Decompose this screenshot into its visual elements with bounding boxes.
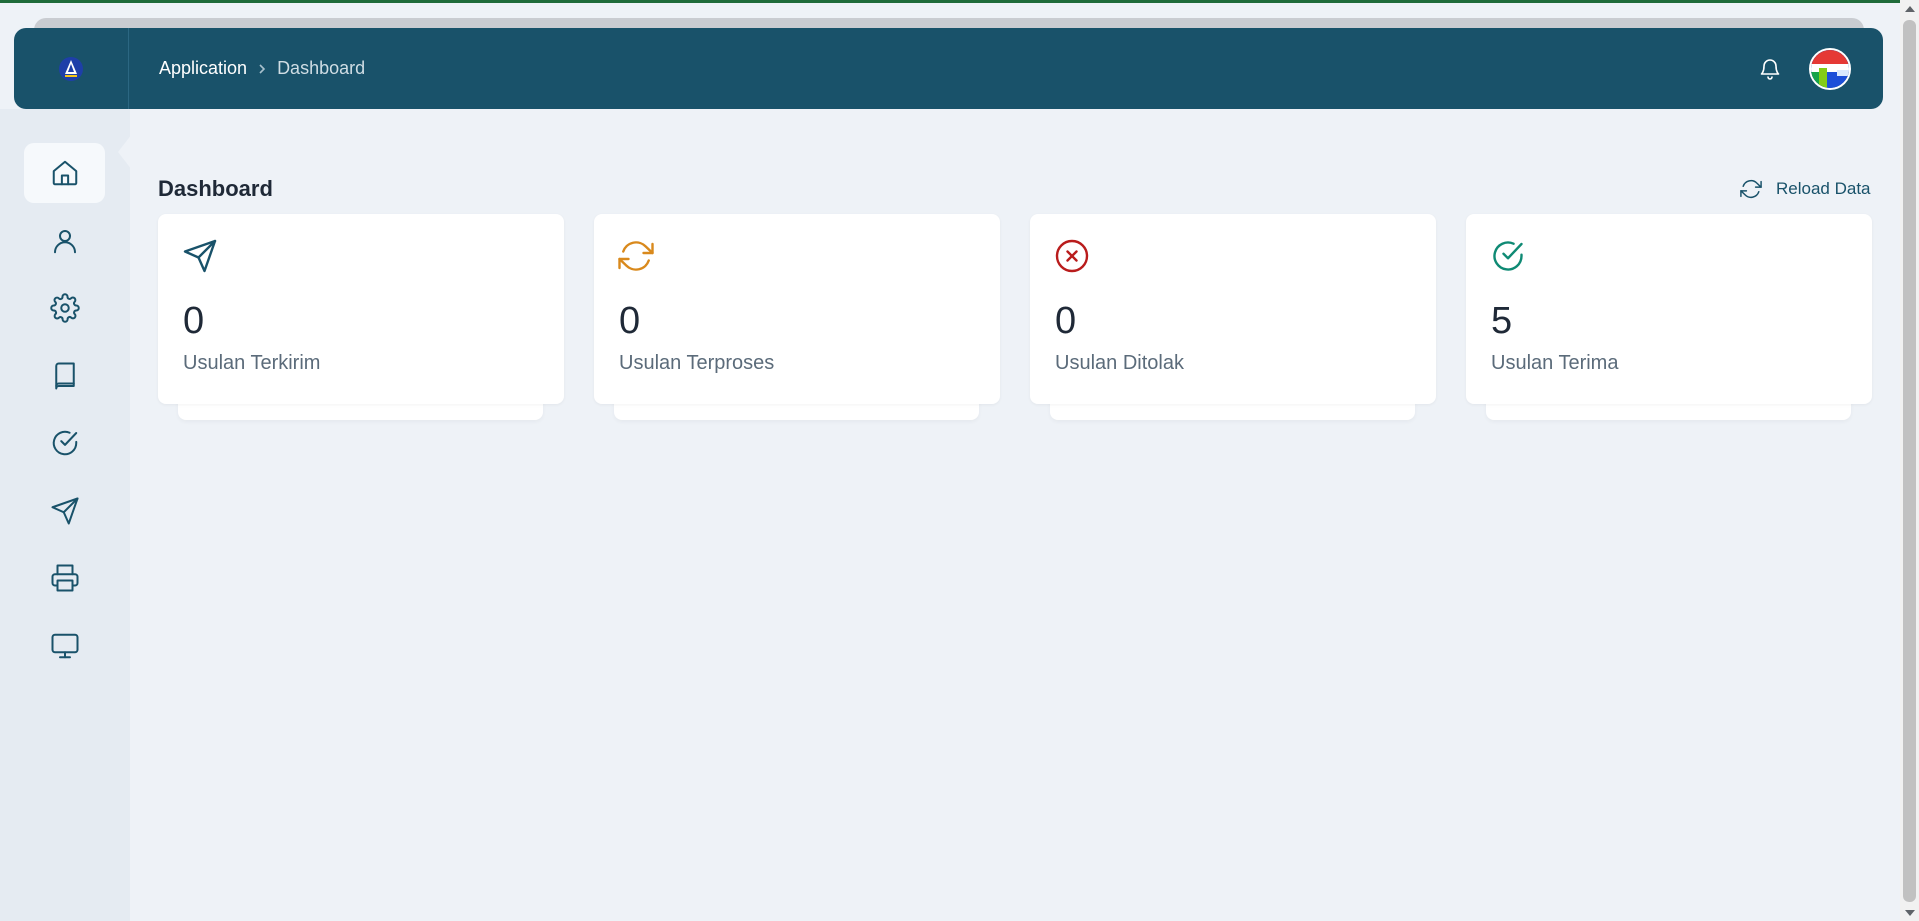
sidebar-item-user[interactable]: [24, 211, 105, 271]
refresh-icon: [618, 241, 654, 271]
sidebar-item-approval[interactable]: [24, 413, 105, 473]
app-logo-icon[interactable]: [58, 56, 84, 82]
scrollbar-thumb[interactable]: [1903, 20, 1916, 902]
gear-icon: [49, 293, 80, 323]
sidebar-item-settings[interactable]: [24, 278, 105, 338]
send-icon: [183, 239, 217, 273]
stat-label: Usulan Terkirim: [183, 352, 321, 374]
sidebar-item-book[interactable]: [24, 346, 105, 406]
sidebar-item-home[interactable]: [24, 143, 105, 203]
header-actions: [1757, 47, 1883, 90]
reload-data-label: Reload Data: [1776, 179, 1871, 198]
top-header: Application Dashboard: [14, 28, 1883, 109]
bell-icon[interactable]: [1757, 56, 1783, 82]
book-icon: [54, 362, 75, 390]
logo-container: [14, 28, 129, 109]
stat-card-terproses[interactable]: 0 Usulan Terproses: [594, 214, 1000, 404]
refresh-icon: [1740, 179, 1762, 199]
stat-value: 0: [183, 300, 205, 342]
sidebar-item-monitor[interactable]: [24, 616, 105, 676]
top-accent-bar: [0, 0, 1919, 3]
stat-label: Usulan Terproses: [619, 352, 775, 374]
home-icon: [52, 160, 77, 186]
check-circle-icon: [52, 430, 77, 456]
stat-label: Usulan Terima: [1491, 352, 1619, 374]
stat-label: Usulan Ditolak: [1055, 352, 1184, 374]
stat-card-terkirim[interactable]: 0 Usulan Terkirim: [158, 214, 564, 404]
breadcrumb-dashboard: Dashboard: [277, 58, 366, 78]
stat-value: 0: [1055, 300, 1077, 342]
user-avatar[interactable]: [1809, 47, 1851, 90]
stat-value: 0: [619, 300, 641, 342]
breadcrumb: Application Dashboard: [129, 58, 365, 79]
sidebar-item-print[interactable]: [24, 548, 105, 608]
scroll-down-arrow-icon[interactable]: [1905, 910, 1915, 916]
check-circle-icon: [1493, 241, 1523, 271]
send-icon: [51, 497, 78, 525]
user-icon: [53, 230, 76, 254]
printer-icon: [51, 564, 78, 592]
page-title: Dashboard: [158, 176, 273, 201]
sidebar-item-send[interactable]: [24, 481, 105, 541]
stat-value: 5: [1491, 300, 1513, 342]
scroll-up-arrow-icon[interactable]: [1905, 6, 1915, 12]
stat-card-terima[interactable]: 5 Usulan Terima: [1466, 214, 1872, 404]
breadcrumb-application[interactable]: Application: [159, 58, 247, 79]
monitor-icon: [51, 633, 78, 659]
chevron-right-icon: [257, 63, 267, 75]
x-circle-icon: [1055, 239, 1089, 273]
reload-data-button[interactable]: Reload Data: [1740, 178, 1871, 200]
stat-card-ditolak[interactable]: 0 Usulan Ditolak: [1030, 214, 1436, 404]
